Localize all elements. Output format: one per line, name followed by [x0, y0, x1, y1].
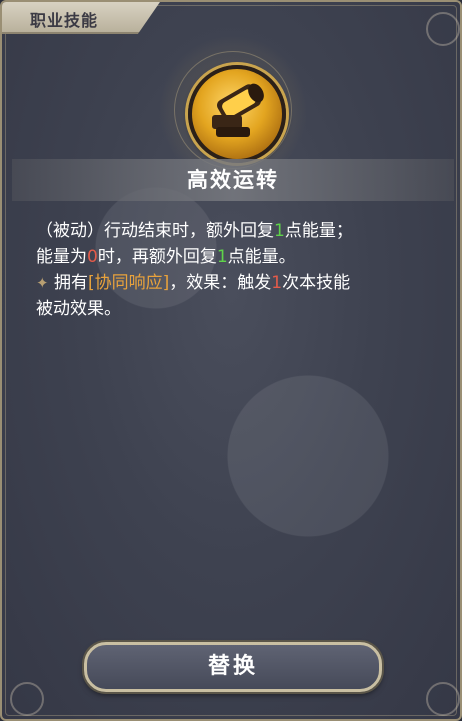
tab-skill[interactable]: 职业技能 [2, 2, 160, 34]
desc-text: 时，再额外回复 [97, 247, 217, 267]
description-line: （被动）行动结束时，额外回复1点能量； [36, 218, 436, 244]
desc-text: （被动）行动结束时，额外回复 [36, 221, 274, 241]
golden-cannon-icon [188, 65, 286, 163]
desc-value: 1 [271, 273, 283, 293]
desc-value: 1 [216, 247, 228, 267]
corner-ornament [426, 12, 460, 46]
desc-text: 点能量。 [227, 247, 296, 267]
sparkle-icon: ✦ [36, 274, 49, 292]
desc-text: 能量为 [36, 247, 87, 267]
desc-value: 0 [87, 247, 98, 267]
replace-button[interactable]: 替换 [84, 642, 382, 692]
keyword-link[interactable]: [协同响应] [88, 273, 169, 293]
desc-text: 点能量； [284, 221, 353, 241]
skill-description: （被动）行动结束时，额外回复1点能量； 能量为0时，再额外回复1点能量。 ✦ 拥… [36, 218, 436, 322]
tab-label: 职业技能 [30, 11, 99, 30]
skill-name: 高效运转 [187, 168, 279, 192]
description-line: ✦ 拥有[协同响应]，效果：触发1次本技能 [36, 270, 436, 296]
description-line: 被动效果。 [36, 299, 121, 319]
replace-button-label: 替换 [207, 654, 258, 679]
desc-text: ，效果：触发 [169, 273, 272, 293]
desc-text: 拥有 [53, 273, 88, 293]
skill-title-bar: 高效运转 [12, 159, 454, 201]
desc-text: 次本技能 [282, 273, 351, 293]
skill-panel: 职业技能 高效运转 （被动）行动结束时，额外回复1点能量； 能量为0时，再额外回… [0, 0, 462, 721]
corner-ornament [10, 682, 44, 716]
desc-value: 1 [274, 221, 285, 241]
corner-ornament [426, 682, 460, 716]
description-line: 能量为0时，再额外回复1点能量。 [36, 244, 436, 270]
